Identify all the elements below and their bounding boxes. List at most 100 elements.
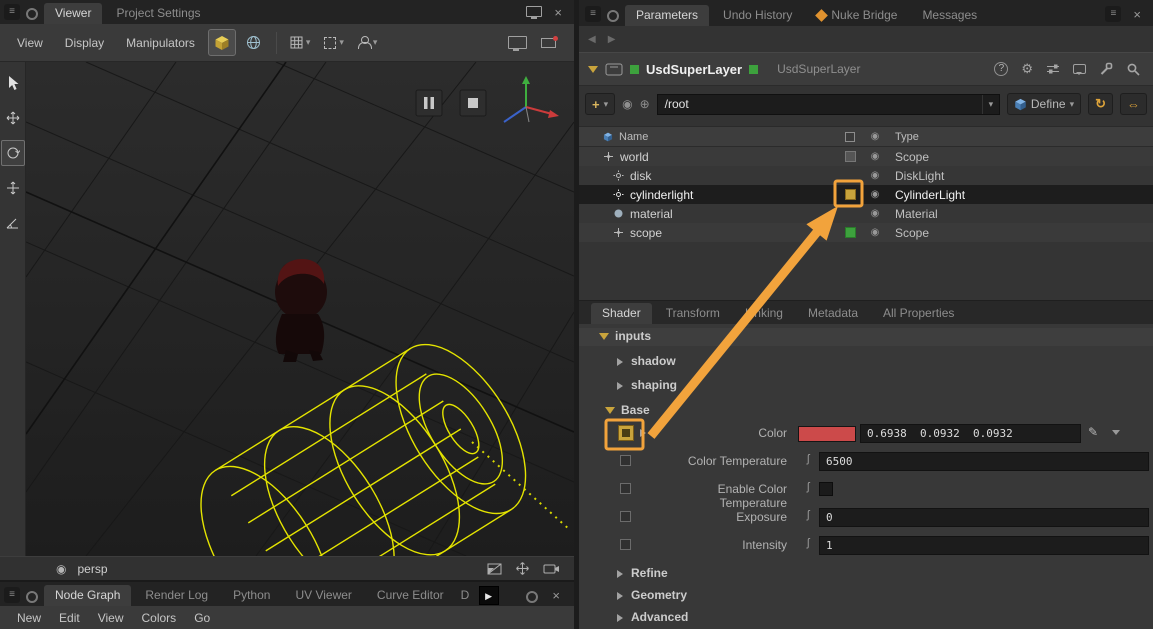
table-row-disk[interactable]: disk ◉ DiskLight <box>579 166 1153 185</box>
snapshot-icon[interactable] <box>541 38 556 48</box>
state-badge[interactable] <box>620 455 631 466</box>
pen-icon[interactable]: ✎ <box>1088 425 1098 439</box>
help-icon[interactable]: ? <box>994 62 1008 76</box>
section-inputs[interactable]: inputs <box>579 328 1153 346</box>
gear-icon[interactable]: ⚙ <box>1021 61 1033 77</box>
sliders-icon[interactable] <box>1046 63 1060 76</box>
angle-snap-tool-button[interactable] <box>1 210 25 236</box>
rotate-tool-button[interactable] <box>1 140 25 166</box>
activation-badge[interactable] <box>845 227 856 238</box>
search-icon[interactable] <box>1126 62 1140 76</box>
tab-node-graph[interactable]: Node Graph <box>44 585 131 606</box>
tab-viewer[interactable]: Viewer <box>44 3 102 24</box>
state-badge[interactable] <box>620 539 631 550</box>
visibility-icon[interactable]: ◉ <box>871 189 880 200</box>
close-pane-icon[interactable]: × <box>554 5 562 20</box>
tab-curve-editor[interactable]: Curve Editor <box>366 585 455 606</box>
activation-badge[interactable] <box>845 151 856 162</box>
more-tabs-button[interactable]: ▶ <box>479 586 499 605</box>
collapse-node-icon[interactable] <box>588 66 598 73</box>
tab-render-log[interactable]: Render Log <box>134 585 219 606</box>
visibility-icon[interactable]: ◉ <box>871 208 880 219</box>
section-shadow[interactable]: shadow <box>579 353 1153 371</box>
path-dropdown-icon[interactable]: ▾ <box>982 95 999 114</box>
menu-manipulators[interactable]: Manipulators <box>117 36 204 50</box>
display-icon[interactable] <box>526 6 542 17</box>
pin-icon[interactable] <box>526 591 538 603</box>
pane-menu-icon[interactable]: ≡ <box>4 4 20 20</box>
pin-icon[interactable] <box>26 591 38 603</box>
wrench-icon[interactable] <box>1099 62 1113 76</box>
refresh-button[interactable]: ↻ <box>1088 93 1113 115</box>
close-pane-icon[interactable]: × <box>1133 7 1141 22</box>
link-icon[interactable]: ʃ <box>807 537 809 549</box>
frame-icon[interactable] <box>487 563 502 575</box>
node-flag-badge[interactable] <box>630 65 639 74</box>
tab-messages[interactable]: Messages <box>911 5 988 26</box>
type-column-header[interactable]: Type <box>887 131 1153 143</box>
monitor-icon[interactable] <box>508 36 527 49</box>
prim-path-input[interactable]: /root ▾ <box>657 94 1000 115</box>
intensity-field[interactable]: 1 <box>819 536 1149 555</box>
menu-view[interactable]: View <box>89 611 133 625</box>
viewport[interactable] <box>26 62 574 556</box>
enable-color-temperature-checkbox[interactable] <box>819 482 833 496</box>
visibility-icon[interactable]: ◉ <box>871 227 880 238</box>
tab-project-settings[interactable]: Project Settings <box>105 3 211 24</box>
pin-icon[interactable] <box>26 8 38 20</box>
activation-column-header[interactable] <box>837 132 863 142</box>
globe-button[interactable] <box>240 29 268 56</box>
visibility-column-header[interactable]: ◉ <box>863 131 887 142</box>
table-row-world[interactable]: world ◉ Scope <box>579 147 1153 166</box>
layout-dropdown[interactable]: ▾ <box>285 29 316 56</box>
define-dropdown[interactable]: Define ▾ <box>1007 93 1081 115</box>
node-name[interactable]: UsdSuperLayer <box>646 62 742 77</box>
tab-uv-viewer[interactable]: UV Viewer <box>284 585 362 606</box>
table-row-material[interactable]: material ◉ Material <box>579 204 1153 223</box>
tab-shader[interactable]: Shader <box>591 303 652 324</box>
section-base[interactable]: Base <box>579 402 1153 420</box>
tab-metadata[interactable]: Metadata <box>797 303 869 324</box>
table-row-scope[interactable]: scope ◉ Scope <box>579 223 1153 242</box>
state-badge[interactable] <box>618 425 634 441</box>
section-refine[interactable]: Refine <box>579 565 1153 583</box>
table-row-cylinderlight[interactable]: cylinderlight ◉ CylinderLight <box>579 185 1153 204</box>
link-icon[interactable]: ʃ <box>807 509 809 521</box>
tab-undo-history[interactable]: Undo History <box>712 5 803 26</box>
swap-button[interactable]: ⇔ <box>1120 93 1147 115</box>
link-icon[interactable]: ʃ <box>807 481 809 493</box>
visibility-icon[interactable]: ◉ <box>871 170 880 181</box>
camera-name-label[interactable]: persp <box>77 562 107 576</box>
section-advanced[interactable]: Advanced <box>579 609 1153 627</box>
crosshair-icon[interactable]: ⊕ <box>640 97 650 111</box>
menu-display[interactable]: Display <box>56 36 113 50</box>
select-tool-button[interactable] <box>1 70 25 96</box>
pane-menu-icon[interactable]: ≡ <box>1105 6 1121 22</box>
activation-badge[interactable] <box>845 189 856 200</box>
tab-parameters[interactable]: Parameters <box>625 5 709 26</box>
menu-view[interactable]: View <box>8 36 52 50</box>
scale-tool-button[interactable] <box>1 175 25 201</box>
expand-icon[interactable] <box>640 429 646 437</box>
camera-select-dropdown[interactable]: ▾ <box>353 29 383 56</box>
viewport-canvas[interactable] <box>26 62 574 556</box>
tab-transform[interactable]: Transform <box>655 303 731 324</box>
visibility-icon[interactable]: ◉ <box>871 151 880 162</box>
translate-tool-button[interactable] <box>1 105 25 131</box>
pause-button[interactable] <box>416 90 442 116</box>
visibility-icon[interactable]: ◉ <box>56 562 66 576</box>
locator-icon[interactable]: ◉ <box>622 97 632 111</box>
tab-all-properties[interactable]: All Properties <box>872 303 965 324</box>
tab-clipped[interactable]: D <box>458 585 474 606</box>
menu-go[interactable]: Go <box>185 611 219 625</box>
pin-icon[interactable] <box>607 10 619 22</box>
add-prim-button[interactable]: + ▾ <box>585 93 615 115</box>
color-temperature-field[interactable]: 6500 <box>819 452 1149 471</box>
name-column-header[interactable]: Name <box>579 131 837 143</box>
color-swatch[interactable] <box>798 426 856 442</box>
comment-icon[interactable] <box>1073 64 1086 74</box>
pan-icon[interactable] <box>515 561 530 576</box>
link-icon[interactable]: ʃ <box>807 453 809 465</box>
node-flag-badge[interactable] <box>749 65 758 74</box>
menu-new[interactable]: New <box>8 611 50 625</box>
